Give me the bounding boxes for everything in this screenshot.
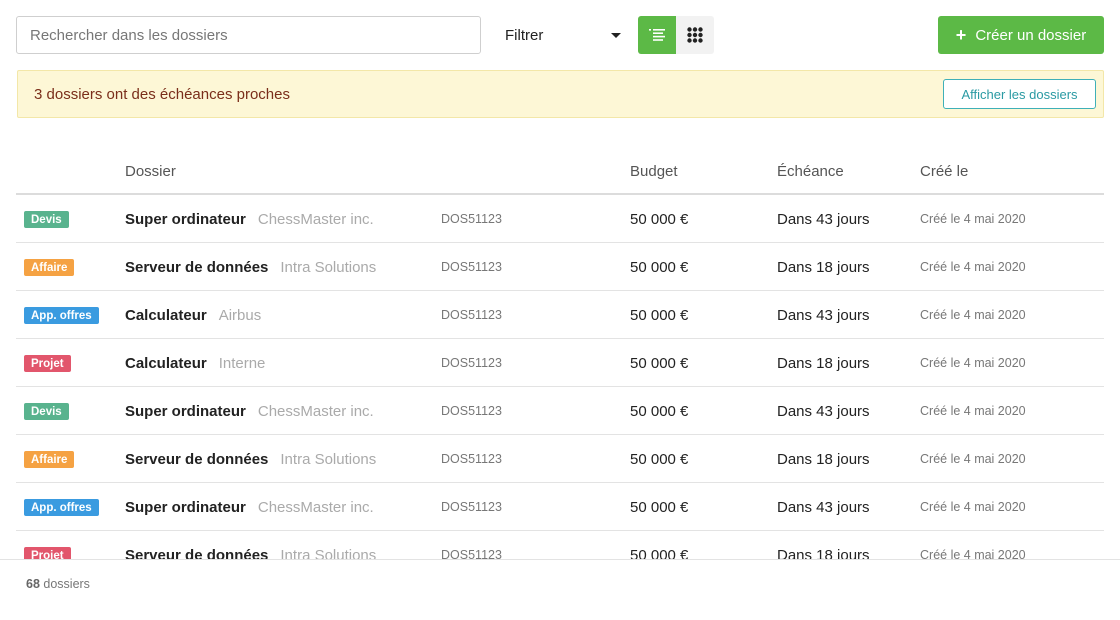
type-badge: Affaire bbox=[24, 259, 75, 276]
header-dossier[interactable]: Dossier bbox=[125, 163, 176, 180]
type-badge: App. offres bbox=[24, 499, 99, 516]
client-name: Intra Solutions bbox=[280, 258, 377, 276]
client-name: Intra Solutions bbox=[280, 450, 377, 468]
dossier-name: Calculateur bbox=[125, 354, 207, 372]
create-dossier-button[interactable]: + Créer un dossier bbox=[938, 16, 1104, 54]
table-row[interactable]: Projet Calculateur Interne DOS51123 50 000 €… bbox=[16, 339, 1104, 387]
dossiers-table: Dossier Budget Échéance Créé le Devis Sup… bbox=[16, 148, 1104, 559]
type-badge: App. offres bbox=[24, 307, 99, 324]
dossier-name-cell[interactable]: Serveur de données Intra Solutions bbox=[125, 531, 377, 560]
dossier-name: Super ordinateur bbox=[125, 210, 246, 228]
budget-value: 50 000 € bbox=[630, 258, 689, 276]
due-date: Dans 43 jours bbox=[777, 498, 870, 516]
dossier-name: Calculateur bbox=[125, 306, 207, 324]
table-body: Devis Super ordinateur ChessMaster inc. DOS… bbox=[16, 195, 1104, 559]
list-view-button[interactable] bbox=[638, 16, 676, 54]
list-icon bbox=[649, 29, 665, 41]
client-name: Airbus bbox=[218, 306, 262, 324]
due-date: Dans 43 jours bbox=[777, 402, 870, 420]
plus-icon: + bbox=[955, 25, 967, 45]
caret-down-icon bbox=[611, 33, 621, 38]
dossier-name: Super ordinateur bbox=[125, 498, 246, 516]
dossier-name-cell[interactable]: Serveur de données Intra Solutions bbox=[125, 243, 376, 291]
type-badge: Projet bbox=[24, 355, 71, 372]
type-badge: Projet bbox=[24, 547, 71, 559]
client-name: Intra Solutions bbox=[280, 546, 377, 560]
dossier-code: DOS51123 bbox=[441, 212, 502, 226]
filter-label: Filtrer bbox=[505, 26, 544, 44]
count-label: dossiers bbox=[43, 577, 90, 591]
dossier-code: DOS51123 bbox=[441, 404, 502, 418]
show-dossiers-button[interactable]: Afficher les dossiers bbox=[943, 79, 1096, 109]
dossier-name-cell[interactable]: Calculateur Interne bbox=[125, 339, 265, 387]
table-row[interactable]: Affaire Serveur de données Intra Solutions… bbox=[16, 243, 1104, 291]
filter-dropdown[interactable]: Filtrer bbox=[505, 16, 623, 54]
table-row[interactable]: Affaire Serveur de données Intra Solutions… bbox=[16, 435, 1104, 483]
dossier-name-cell[interactable]: Super ordinateur ChessMaster inc. bbox=[125, 387, 374, 435]
dossier-name-cell[interactable]: Super ordinateur ChessMaster inc. bbox=[125, 483, 374, 531]
due-date: Dans 18 jours bbox=[777, 258, 870, 276]
type-badge: Affaire bbox=[24, 451, 75, 468]
table-row[interactable]: App. offres Super ordinateur ChessMaster i… bbox=[16, 483, 1104, 531]
search-input[interactable] bbox=[16, 16, 481, 54]
budget-value: 50 000 € bbox=[630, 210, 689, 228]
table-row[interactable]: Devis Super ordinateur ChessMaster inc. DOS… bbox=[16, 195, 1104, 243]
deadline-alert: 3 dossiers ont des échéances proches Aff… bbox=[17, 70, 1104, 118]
budget-value: 50 000 € bbox=[630, 402, 689, 420]
client-name: Interne bbox=[218, 354, 266, 372]
dossier-name: Serveur de données bbox=[125, 546, 269, 560]
created-date: Créé le 4 mai 2020 bbox=[920, 452, 1026, 466]
dossier-name: Super ordinateur bbox=[125, 402, 246, 420]
budget-value: 50 000 € bbox=[630, 306, 689, 324]
created-date: Créé le 4 mai 2020 bbox=[920, 356, 1026, 370]
due-date: Dans 18 jours bbox=[777, 354, 870, 372]
dossier-count: 68 dossiers bbox=[26, 577, 90, 591]
dossier-code: DOS51123 bbox=[441, 260, 502, 274]
dossier-code: DOS51123 bbox=[441, 308, 502, 322]
table-footer: 68 dossiers bbox=[0, 559, 1120, 620]
dossier-name-cell[interactable]: Calculateur Airbus bbox=[125, 291, 261, 339]
created-date: Créé le 4 mai 2020 bbox=[920, 500, 1026, 514]
dossier-name: Serveur de données bbox=[125, 258, 269, 276]
table-row[interactable]: Projet Serveur de données Intra Solutions D… bbox=[16, 531, 1104, 559]
budget-value: 50 000 € bbox=[630, 354, 689, 372]
dossier-name: Serveur de données bbox=[125, 450, 269, 468]
grid-view-button[interactable] bbox=[676, 16, 714, 54]
due-date: Dans 18 jours bbox=[777, 450, 870, 468]
created-date: Créé le 4 mai 2020 bbox=[920, 404, 1026, 418]
budget-value: 50 000 € bbox=[630, 498, 689, 516]
count-value: 68 bbox=[26, 577, 40, 591]
dossier-name-cell[interactable]: Super ordinateur ChessMaster inc. bbox=[125, 195, 374, 243]
budget-value: 50 000 € bbox=[630, 450, 689, 468]
header-echeance[interactable]: Échéance bbox=[777, 163, 844, 180]
header-budget[interactable]: Budget bbox=[630, 163, 678, 180]
due-date: Dans 43 jours bbox=[777, 306, 870, 324]
view-toggle bbox=[638, 16, 714, 54]
created-date: Créé le 4 mai 2020 bbox=[920, 548, 1026, 559]
alert-message: 3 dossiers ont des échéances proches bbox=[34, 85, 290, 103]
client-name: ChessMaster inc. bbox=[257, 210, 374, 228]
budget-value: 50 000 € bbox=[630, 546, 689, 560]
client-name: ChessMaster inc. bbox=[257, 402, 374, 420]
table-row[interactable]: Devis Super ordinateur ChessMaster inc. DOS… bbox=[16, 387, 1104, 435]
dossier-name-cell[interactable]: Serveur de données Intra Solutions bbox=[125, 435, 376, 483]
dossier-code: DOS51123 bbox=[441, 500, 502, 514]
dossier-code: DOS51123 bbox=[441, 452, 502, 466]
create-dossier-label: Créer un dossier bbox=[975, 26, 1087, 44]
due-date: Dans 18 jours bbox=[777, 546, 870, 560]
header-cree-le[interactable]: Créé le bbox=[920, 163, 968, 180]
table-header: Dossier Budget Échéance Créé le bbox=[16, 148, 1104, 195]
type-badge: Devis bbox=[24, 403, 69, 420]
type-badge: Devis bbox=[24, 211, 69, 228]
dossier-code: DOS51123 bbox=[441, 548, 502, 559]
created-date: Créé le 4 mai 2020 bbox=[920, 308, 1026, 322]
client-name: ChessMaster inc. bbox=[257, 498, 374, 516]
due-date: Dans 43 jours bbox=[777, 210, 870, 228]
created-date: Créé le 4 mai 2020 bbox=[920, 212, 1026, 226]
toolbar: Filtrer + Créer un dossier bbox=[16, 16, 1104, 54]
table-row[interactable]: App. offres Calculateur Airbus DOS51123 50 0… bbox=[16, 291, 1104, 339]
created-date: Créé le 4 mai 2020 bbox=[920, 260, 1026, 274]
dossier-code: DOS51123 bbox=[441, 356, 502, 370]
grid-icon bbox=[687, 27, 703, 43]
